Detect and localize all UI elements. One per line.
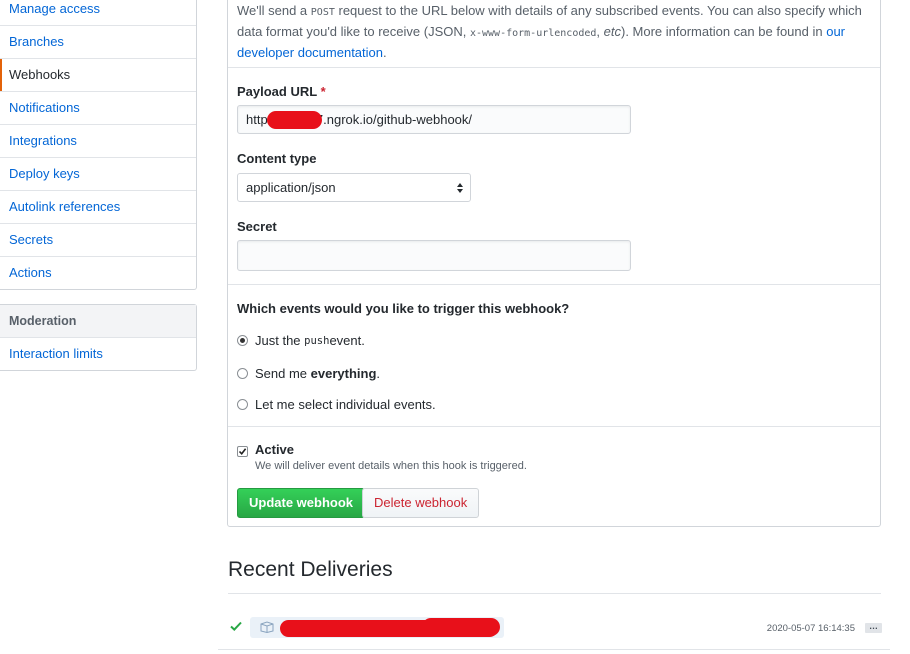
settings-menu: Manage access Branches Webhooks Notifica… bbox=[0, 0, 197, 290]
radio-button[interactable] bbox=[237, 399, 248, 410]
content-type-label: Content type bbox=[237, 151, 317, 166]
required-marker: * bbox=[320, 84, 326, 99]
secret-input[interactable] bbox=[237, 240, 631, 271]
sidebar-item-deploy-keys[interactable]: Deploy keys bbox=[0, 157, 196, 190]
webhook-form: We'll send a POST request to the URL bel… bbox=[227, 0, 881, 527]
checkmark-icon bbox=[238, 448, 247, 456]
event-option-push[interactable]: Just the push event. bbox=[237, 333, 365, 348]
payload-url-suffix: 7.ngrok.io/github-webhook/ bbox=[315, 112, 473, 127]
redaction-mark bbox=[422, 618, 500, 636]
select-arrows-icon bbox=[457, 183, 463, 193]
secret-label: Secret bbox=[237, 219, 277, 234]
sidebar-item-notifications[interactable]: Notifications bbox=[0, 91, 196, 124]
payload-url-label: Payload URL * bbox=[237, 84, 326, 99]
payload-url-input[interactable]: http:/7.ngrok.io/github-webhook/ bbox=[237, 105, 631, 134]
intro-form-code: x-www-form-urlencoded bbox=[469, 28, 597, 39]
sidebar-item-autolink-references[interactable]: Autolink references bbox=[0, 190, 196, 223]
sidebar-item-webhooks[interactable]: Webhooks bbox=[0, 58, 196, 91]
divider bbox=[218, 649, 890, 650]
event-option-individual[interactable]: Let me select individual events. bbox=[237, 397, 436, 412]
moderation-menu: Moderation Interaction limits bbox=[0, 304, 197, 371]
payload-url-label-text: Payload URL bbox=[237, 84, 317, 99]
content-type-value: application/json bbox=[246, 180, 336, 195]
intro-text-part: . bbox=[383, 45, 387, 60]
settings-sidebar: Manage access Branches Webhooks Notifica… bbox=[0, 0, 197, 371]
delete-webhook-button[interactable]: Delete webhook bbox=[362, 488, 480, 518]
divider bbox=[228, 67, 880, 68]
active-note: We will deliver event details when this … bbox=[255, 460, 527, 472]
intro-post-code: POST bbox=[310, 7, 335, 18]
sidebar-item-branches[interactable]: Branches bbox=[0, 25, 196, 58]
sidebar-item-actions[interactable]: Actions bbox=[0, 256, 196, 289]
moderation-heading: Moderation bbox=[0, 305, 196, 337]
sidebar-item-interaction-limits[interactable]: Interaction limits bbox=[0, 337, 196, 370]
delivery-guid[interactable] bbox=[250, 617, 504, 638]
update-webhook-button[interactable]: Update webhook bbox=[237, 488, 366, 518]
active-checkbox[interactable] bbox=[237, 446, 248, 457]
events-question: Which events would you like to trigger t… bbox=[237, 301, 570, 316]
push-code: push bbox=[304, 334, 330, 347]
divider bbox=[228, 593, 881, 594]
everything-text: everything bbox=[310, 366, 377, 381]
delivery-timestamp: 2020-05-07 16:14:35 bbox=[766, 623, 855, 634]
radio-button[interactable] bbox=[237, 335, 248, 346]
option-text: Send me bbox=[255, 366, 308, 381]
divider bbox=[228, 284, 880, 285]
sidebar-item-secrets[interactable]: Secrets bbox=[0, 223, 196, 256]
more-options-button[interactable]: … bbox=[865, 622, 882, 633]
intro-text-part: ). More information can be found in bbox=[620, 24, 827, 39]
recent-deliveries-title: Recent Deliveries bbox=[228, 558, 393, 581]
intro-etc-text: etc bbox=[603, 24, 621, 39]
redaction-mark bbox=[266, 110, 322, 129]
intro-text-part: , bbox=[596, 24, 604, 39]
sidebar-item-integrations[interactable]: Integrations bbox=[0, 124, 196, 157]
radio-button[interactable] bbox=[237, 368, 248, 379]
event-option-everything[interactable]: Send me everything. bbox=[237, 366, 380, 381]
check-icon bbox=[230, 621, 242, 631]
webhook-intro-text: We'll send a POST request to the URL bel… bbox=[237, 1, 867, 62]
package-icon bbox=[260, 621, 274, 633]
option-text: Just the bbox=[255, 333, 301, 348]
active-label: Active bbox=[255, 442, 295, 457]
sidebar-item-manage-access[interactable]: Manage access bbox=[0, 0, 196, 25]
option-text: event. bbox=[329, 333, 365, 348]
option-text: . bbox=[376, 366, 381, 381]
delivery-row[interactable]: 2020-05-07 16:14:35 … bbox=[218, 604, 888, 650]
divider bbox=[228, 426, 880, 427]
content-type-select[interactable]: application/json bbox=[237, 173, 471, 202]
intro-text-part: We'll send a bbox=[237, 3, 311, 18]
option-text: Let me select individual events. bbox=[255, 397, 436, 412]
